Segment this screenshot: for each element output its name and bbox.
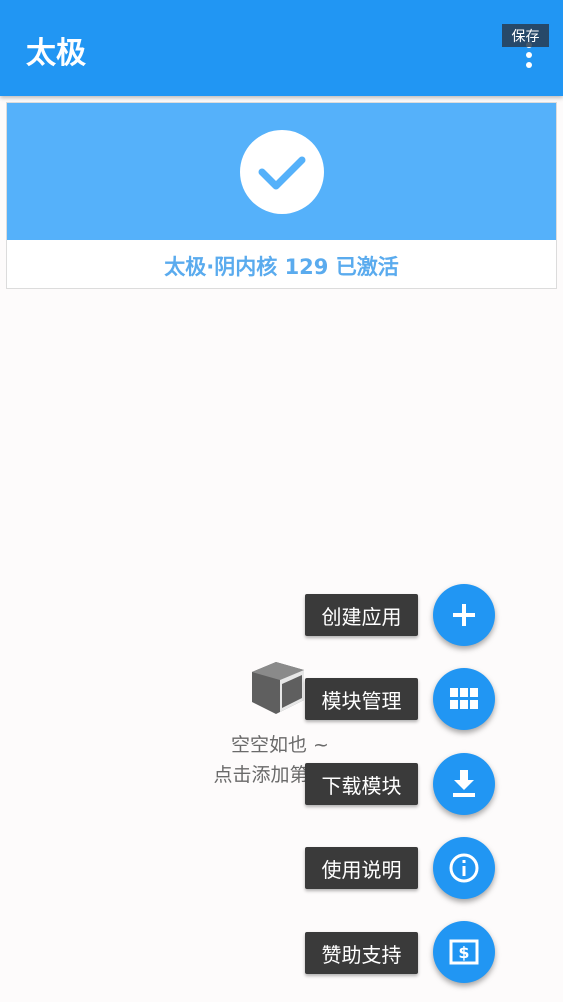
app-bar: 太极 保存 bbox=[0, 0, 563, 96]
download-icon[interactable] bbox=[433, 753, 495, 815]
dollar-icon[interactable]: $ bbox=[433, 921, 495, 983]
svg-text:$: $ bbox=[458, 943, 469, 962]
app-title: 太极 bbox=[26, 36, 86, 71]
fab-label-module-manage[interactable]: 模块管理 bbox=[305, 678, 418, 720]
fab-label-sponsor[interactable]: 赞助支持 bbox=[305, 932, 418, 974]
status-text: 太极·阴内核 129 已激活 bbox=[164, 255, 399, 279]
check-icon bbox=[240, 130, 324, 214]
status-banner bbox=[7, 103, 556, 240]
plus-icon[interactable] bbox=[433, 584, 495, 646]
empty-title: 空空如也 ~ bbox=[231, 734, 329, 756]
fab-label-create-app[interactable]: 创建应用 bbox=[305, 594, 418, 636]
grid-icon[interactable] bbox=[433, 668, 495, 730]
info-icon[interactable] bbox=[433, 837, 495, 899]
save-tooltip: 保存 bbox=[502, 24, 549, 47]
fab-label-usage-guide[interactable]: 使用说明 bbox=[305, 847, 418, 889]
status-card[interactable]: 太极·阴内核 129 已激活 bbox=[6, 102, 557, 289]
fab-label-download-module[interactable]: 下载模块 bbox=[305, 763, 418, 805]
